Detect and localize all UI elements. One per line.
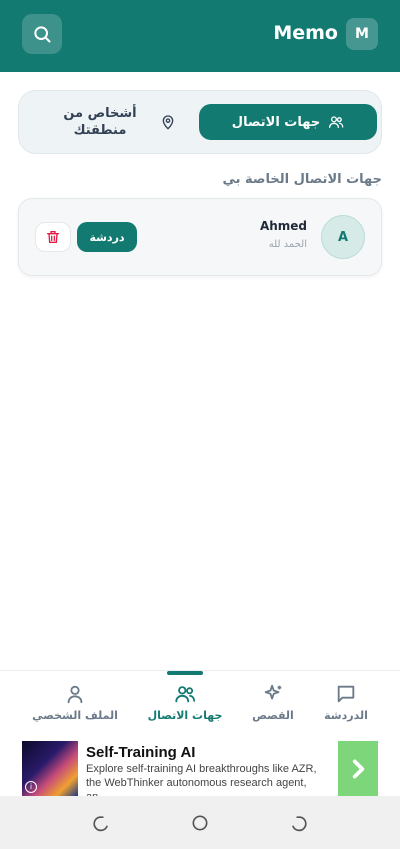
app-title: Memo [273, 22, 338, 44]
tab-contacts-label: جهات الاتصال [231, 114, 321, 130]
nav-profile[interactable]: الملف الشخصي [30, 683, 120, 722]
nav-profile-label: الملف الشخصي [32, 709, 118, 722]
contact-name: Ahmed [259, 219, 307, 233]
back-icon [292, 816, 307, 832]
section-title: جهات الاتصال الخاصة بي [222, 172, 382, 187]
chat-button[interactable]: دردشة [77, 222, 137, 252]
nav-contacts-label: جهات الاتصال [147, 709, 223, 722]
bottom-nav: الدردشة القصص جهات الاتصال الملف الشخصي [0, 670, 400, 740]
delete-button[interactable] [35, 222, 71, 252]
home-icon [192, 815, 208, 831]
ad-image: i [22, 741, 78, 796]
contact-status: الحمد لله [268, 239, 307, 250]
contacts-tabs: جهات الاتصال أشخاص من منطقتك [18, 90, 382, 154]
app-header: Memo M [0, 0, 400, 72]
contact-avatar: A [321, 215, 365, 259]
contact-card[interactable]: A Ahmed الحمد لله دردشة [18, 198, 382, 276]
users-icon [329, 116, 344, 128]
nav-chat-label: الدردشة [324, 709, 368, 722]
tab-nearby[interactable]: أشخاص من منطقتك [29, 99, 199, 145]
chat-icon [337, 685, 355, 703]
recents-icon [93, 816, 108, 832]
sparkles-icon [264, 684, 282, 700]
active-tab-indicator [167, 671, 203, 675]
ad-banner[interactable]: i Self-Training AI Explore self-training… [0, 740, 400, 803]
nav-stories[interactable]: القصص [228, 683, 318, 722]
location-pin-icon [162, 115, 174, 130]
chevron-right-icon [352, 759, 365, 778]
back-button[interactable] [287, 812, 309, 834]
recents-button[interactable] [91, 812, 113, 834]
nav-stories-label: القصص [252, 709, 294, 722]
user-icon [67, 685, 83, 704]
search-button[interactable] [22, 14, 62, 54]
home-button[interactable] [189, 812, 211, 834]
ad-cta-button[interactable] [338, 741, 378, 796]
search-icon [34, 26, 51, 43]
tab-nearby-label: أشخاص من منطقتك [63, 106, 137, 138]
users-icon [175, 686, 196, 703]
ad-title: Self-Training AI [86, 744, 196, 761]
tab-contacts[interactable]: جهات الاتصال [199, 104, 377, 140]
profile-avatar[interactable]: M [346, 18, 378, 50]
system-nav-bar [0, 796, 400, 849]
trash-icon [47, 231, 59, 243]
info-icon: i [25, 781, 37, 793]
nav-contacts[interactable]: جهات الاتصال [140, 683, 230, 722]
